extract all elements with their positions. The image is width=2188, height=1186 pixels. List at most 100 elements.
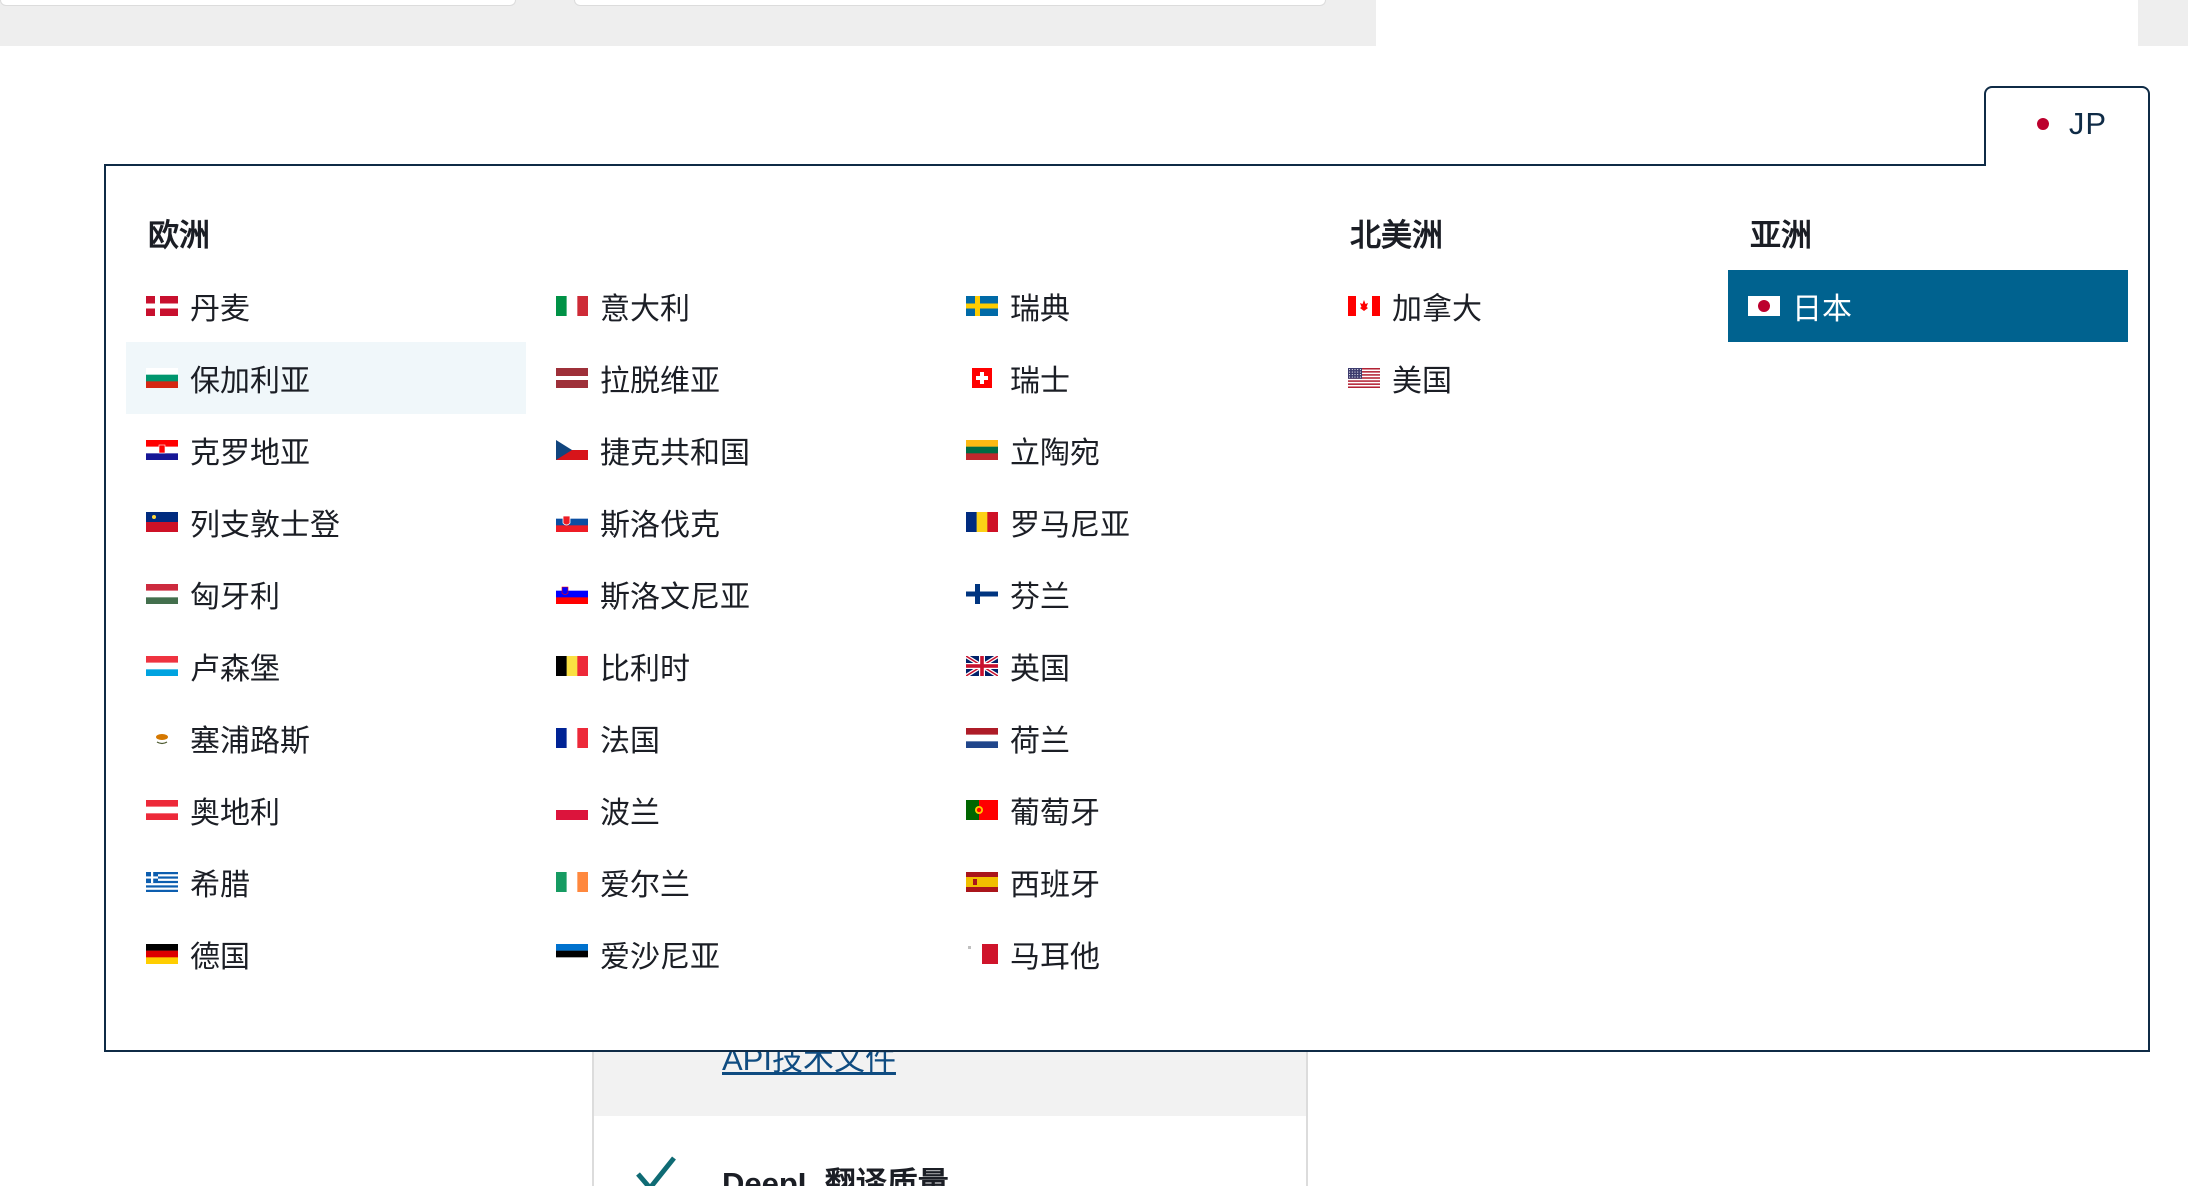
background-card: [574, 0, 1326, 6]
country-option-hu[interactable]: 匈牙利: [126, 558, 526, 630]
country-option-lv[interactable]: 拉脱维亚: [536, 342, 936, 414]
country-option-label: 西班牙: [1010, 869, 1100, 902]
country-option-label: 芬兰: [1010, 581, 1070, 614]
country-option-label: 日本: [1792, 293, 1852, 326]
country-option-ro[interactable]: 罗马尼亚: [946, 486, 1346, 558]
country-option-label: 丹麦: [190, 293, 250, 326]
country-option-label: 比利时: [600, 653, 690, 686]
country-option-label: 保加利亚: [190, 365, 310, 398]
country-option-cz[interactable]: 捷克共和国: [536, 414, 936, 486]
country-option-at[interactable]: 奥地利: [126, 774, 526, 846]
country-option-fi[interactable]: 芬兰: [946, 558, 1346, 630]
country-option-be[interactable]: 比利时: [536, 630, 936, 702]
nl-flag-icon: [966, 728, 998, 748]
ro-flag-icon: [966, 512, 998, 532]
country-option-label: 美国: [1392, 365, 1452, 398]
lu-flag-icon: [146, 656, 178, 676]
country-option-pl[interactable]: 波兰: [536, 774, 936, 846]
country-option-fr[interactable]: 法国: [536, 702, 936, 774]
es-flag-icon: [966, 872, 998, 892]
country-dropdown-panel: 欧洲 北美洲 亚洲 丹麦保加利亚克罗地亚列支敦士登匈牙利卢森堡塞浦路斯奥地利希腊…: [104, 164, 2150, 1052]
country-option-label: 卢森堡: [190, 653, 280, 686]
region-title-europe: 欧洲: [148, 218, 210, 253]
hr-flag-icon: [146, 440, 178, 460]
country-option-label: 拉脱维亚: [600, 365, 720, 398]
country-option-hr[interactable]: 克罗地亚: [126, 414, 526, 486]
jp-flag-icon: [2026, 114, 2059, 134]
country-option-pt[interactable]: 葡萄牙: [946, 774, 1346, 846]
be-flag-icon: [556, 656, 588, 676]
country-option-label: 马耳他: [1010, 941, 1100, 974]
country-option-label: 罗马尼亚: [1010, 509, 1130, 542]
country-option-label: 立陶宛: [1010, 437, 1100, 470]
country-option-si[interactable]: 斯洛文尼亚: [536, 558, 936, 630]
region-title-north-america: 北美洲: [1350, 218, 1443, 253]
us-flag-icon: [1348, 368, 1380, 388]
it-flag-icon: [556, 296, 588, 316]
country-option-sk[interactable]: 斯洛伐克: [536, 486, 936, 558]
europe-column-3: 瑞典瑞士立陶宛罗马尼亚芬兰英国荷兰葡萄牙西班牙马耳他: [946, 270, 1346, 990]
region-title-asia: 亚洲: [1750, 218, 1812, 253]
country-option-label: 克罗地亚: [190, 437, 310, 470]
country-option-label: 奥地利: [190, 797, 280, 830]
country-option-lu[interactable]: 卢森堡: [126, 630, 526, 702]
country-option-bg[interactable]: 保加利亚: [126, 342, 526, 414]
country-option-ca[interactable]: 加拿大: [1328, 270, 1728, 342]
background-card: [0, 0, 516, 6]
country-option-label: 塞浦路斯: [190, 725, 310, 758]
country-option-label: 列支敦士登: [190, 509, 340, 542]
country-option-label: 爱尔兰: [600, 869, 690, 902]
cz-flag-icon: [556, 440, 588, 460]
country-option-es[interactable]: 西班牙: [946, 846, 1346, 918]
asia-column: 日本: [1728, 270, 2128, 342]
country-option-us[interactable]: 美国: [1328, 342, 1728, 414]
country-option-dk[interactable]: 丹麦: [126, 270, 526, 342]
country-option-ee[interactable]: 爱沙尼亚: [536, 918, 936, 990]
bg-flag-icon: [146, 368, 178, 388]
lv-flag-icon: [556, 368, 588, 388]
country-option-jp[interactable]: 日本: [1728, 270, 2128, 342]
country-option-de[interactable]: 德国: [126, 918, 526, 990]
jp-flag-icon: [1748, 296, 1780, 316]
country-option-gr[interactable]: 希腊: [126, 846, 526, 918]
checkmark-icon: [636, 1156, 676, 1186]
ca-flag-icon: [1348, 296, 1380, 316]
at-flag-icon: [146, 800, 178, 820]
fr-flag-icon: [556, 728, 588, 748]
sk-flag-icon: [556, 512, 588, 532]
country-option-label: 意大利: [600, 293, 690, 326]
country-option-ch[interactable]: 瑞士: [946, 342, 1346, 414]
country-option-se[interactable]: 瑞典: [946, 270, 1346, 342]
gb-flag-icon: [966, 656, 998, 676]
country-option-mt[interactable]: 马耳他: [946, 918, 1346, 990]
country-option-ie[interactable]: 爱尔兰: [536, 846, 936, 918]
country-option-label: 爱沙尼亚: [600, 941, 720, 974]
country-option-label: 匈牙利: [190, 581, 280, 614]
ee-flag-icon: [556, 944, 588, 964]
country-selector-toggle[interactable]: JP: [1984, 86, 2150, 166]
country-option-lt[interactable]: 立陶宛: [946, 414, 1346, 486]
country-option-label: 瑞士: [1010, 365, 1070, 398]
de-flag-icon: [146, 944, 178, 964]
country-option-it[interactable]: 意大利: [536, 270, 936, 342]
hu-flag-icon: [146, 584, 178, 604]
europe-column-1: 丹麦保加利亚克罗地亚列支敦士登匈牙利卢森堡塞浦路斯奥地利希腊德国: [126, 270, 526, 990]
country-option-label: 波兰: [600, 797, 660, 830]
country-option-label: 法国: [600, 725, 660, 758]
country-option-gb[interactable]: 英国: [946, 630, 1346, 702]
lt-flag-icon: [966, 440, 998, 460]
country-option-nl[interactable]: 荷兰: [946, 702, 1346, 774]
country-option-label: 希腊: [190, 869, 250, 902]
country-option-label: 加拿大: [1392, 293, 1482, 326]
country-option-label: 荷兰: [1010, 725, 1070, 758]
country-option-label: 捷克共和国: [600, 437, 750, 470]
si-flag-icon: [556, 584, 588, 604]
pl-flag-icon: [556, 800, 588, 820]
ie-flag-icon: [556, 872, 588, 892]
country-option-cy[interactable]: 塞浦路斯: [126, 702, 526, 774]
background-header-strip: [2138, 0, 2188, 46]
cy-flag-icon: [146, 728, 178, 748]
country-option-li[interactable]: 列支敦士登: [126, 486, 526, 558]
se-flag-icon: [966, 296, 998, 316]
country-option-label: 瑞典: [1010, 293, 1070, 326]
